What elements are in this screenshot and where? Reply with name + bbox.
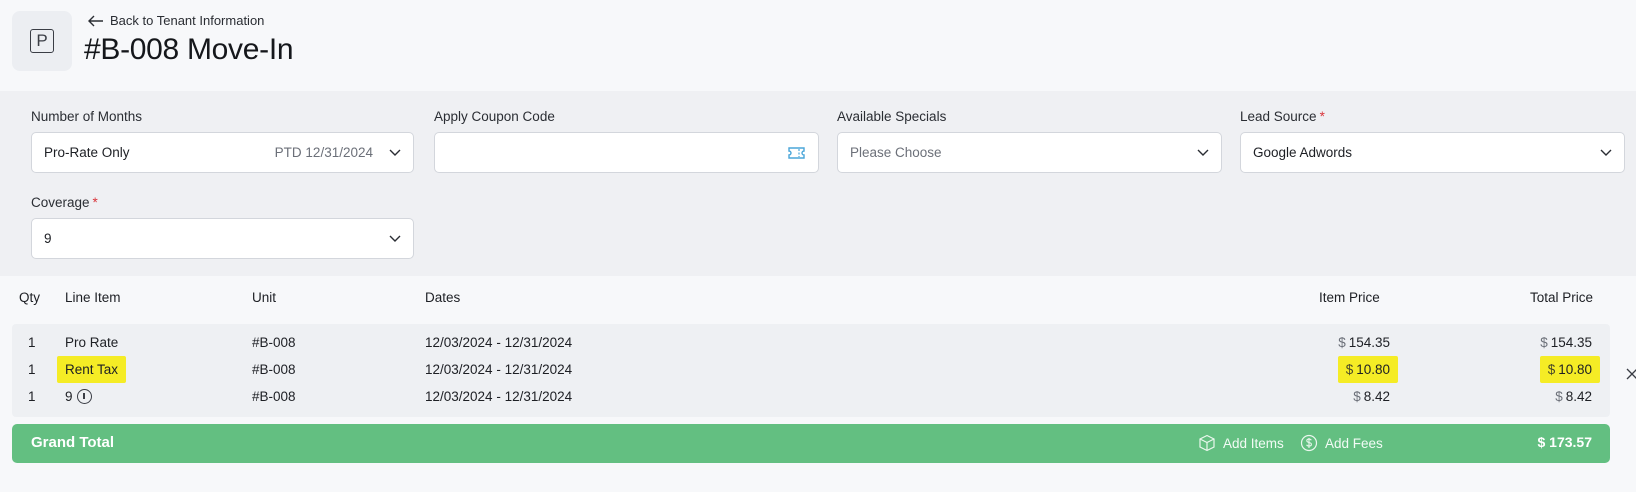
move-in-form: Number of Months Pro-Rate Only PTD 12/31… bbox=[0, 91, 1636, 276]
col-dates: Dates bbox=[425, 290, 461, 305]
row-dates: 12/03/2024 - 12/31/2024 bbox=[425, 362, 573, 377]
page-header: P Back to Tenant Information #B-008 Move… bbox=[12, 11, 1012, 71]
required-mark: * bbox=[1319, 109, 1325, 124]
add-fees-button[interactable]: Add Fees bbox=[1300, 434, 1383, 452]
row-line-item: Rent Tax bbox=[57, 356, 127, 383]
arrow-left-icon bbox=[88, 15, 103, 26]
row-item-price: $8.42 bbox=[1353, 389, 1390, 404]
grand-total-bar: Grand Total Add Items Add Fees $ 173.57 bbox=[12, 424, 1610, 463]
row-dates: 12/03/2024 - 12/31/2024 bbox=[425, 335, 573, 350]
row-line-item: Pro Rate bbox=[65, 335, 119, 350]
row-unit: #B-008 bbox=[252, 389, 296, 404]
chevron-down-icon bbox=[1600, 149, 1612, 156]
row-total-price: $10.80 bbox=[1539, 356, 1600, 383]
months-value: Pro-Rate Only bbox=[44, 145, 130, 160]
row-item-price: $154.35 bbox=[1338, 335, 1390, 350]
chevron-down-icon bbox=[389, 149, 401, 156]
close-icon[interactable] bbox=[1626, 368, 1636, 380]
chevron-down-icon bbox=[389, 235, 401, 242]
specials-label: Available Specials bbox=[837, 109, 947, 124]
add-fees-label: Add Fees bbox=[1325, 435, 1383, 451]
ticket-icon[interactable] bbox=[787, 145, 806, 161]
row-qty: 1 bbox=[28, 362, 36, 377]
dollar-circle-icon bbox=[1300, 434, 1318, 452]
months-label: Number of Months bbox=[31, 109, 143, 124]
col-line-item: Line Item bbox=[65, 290, 121, 305]
row-total-price: $8.42 bbox=[1555, 389, 1592, 404]
line-items-header: Qty Line Item Unit Dates Item Price Tota… bbox=[0, 290, 1636, 310]
line-items-table: 1 Pro Rate #B-008 12/03/2024 - 12/31/202… bbox=[12, 324, 1610, 417]
back-to-tenant-link[interactable]: Back to Tenant Information bbox=[88, 13, 264, 28]
row-dates: 12/03/2024 - 12/31/2024 bbox=[425, 389, 573, 404]
coupon-label: Apply Coupon Code bbox=[434, 109, 555, 124]
row-qty: 1 bbox=[28, 389, 36, 404]
page-title: #B-008 Move-In bbox=[84, 33, 294, 66]
col-qty: Qty bbox=[19, 290, 41, 305]
lead-source-label: Lead Source * bbox=[1240, 109, 1325, 124]
box-icon bbox=[1199, 434, 1215, 452]
coverage-field: Coverage * 9 bbox=[31, 195, 414, 259]
specials-placeholder: Please Choose bbox=[850, 145, 942, 160]
coupon-field: Apply Coupon Code bbox=[434, 109, 819, 173]
ptd-date: PTD 12/31/2024 bbox=[274, 145, 373, 160]
specials-field: Available Specials Please Choose bbox=[837, 109, 1222, 173]
row-qty: 1 bbox=[28, 335, 36, 350]
row-total-price: $154.35 bbox=[1540, 335, 1592, 350]
coverage-select[interactable]: 9 bbox=[31, 218, 414, 259]
back-link-label: Back to Tenant Information bbox=[110, 13, 265, 28]
table-row: 1 9 #B-008 12/03/2024 - 12/31/2024 $8.42… bbox=[12, 389, 1610, 409]
lead-source-select[interactable]: Google Adwords bbox=[1240, 132, 1625, 173]
add-items-button[interactable]: Add Items bbox=[1198, 434, 1284, 452]
info-icon[interactable] bbox=[76, 389, 92, 404]
row-item-price: $10.80 bbox=[1337, 356, 1398, 383]
row-unit: #B-008 bbox=[252, 335, 296, 350]
lead-source-field: Lead Source * Google Adwords bbox=[1240, 109, 1625, 173]
months-select[interactable]: Pro-Rate Only PTD 12/31/2024 bbox=[31, 132, 414, 173]
col-total-price: Total Price bbox=[1530, 290, 1594, 305]
table-row: 1 Rent Tax #B-008 12/03/2024 - 12/31/202… bbox=[12, 356, 1610, 383]
required-mark: * bbox=[92, 195, 98, 210]
specials-select[interactable]: Please Choose bbox=[837, 132, 1222, 173]
parking-icon: P bbox=[30, 29, 54, 53]
col-item-price: Item Price bbox=[1319, 290, 1380, 305]
chevron-down-icon bbox=[1197, 149, 1209, 156]
coverage-label: Coverage * bbox=[31, 195, 98, 210]
coupon-input[interactable] bbox=[434, 132, 819, 173]
row-unit: #B-008 bbox=[252, 362, 296, 377]
months-field: Number of Months Pro-Rate Only PTD 12/31… bbox=[31, 109, 414, 173]
coverage-value: 9 bbox=[44, 231, 52, 246]
table-row: 1 Pro Rate #B-008 12/03/2024 - 12/31/202… bbox=[12, 335, 1610, 355]
add-items-label: Add Items bbox=[1223, 435, 1284, 451]
row-line-item: 9 bbox=[65, 389, 92, 404]
grand-total-label: Grand Total bbox=[31, 434, 115, 451]
col-unit: Unit bbox=[252, 290, 277, 305]
parking-logo: P bbox=[12, 11, 72, 71]
lead-source-value: Google Adwords bbox=[1253, 145, 1353, 160]
grand-total-value: $ 173.57 bbox=[1537, 434, 1593, 450]
